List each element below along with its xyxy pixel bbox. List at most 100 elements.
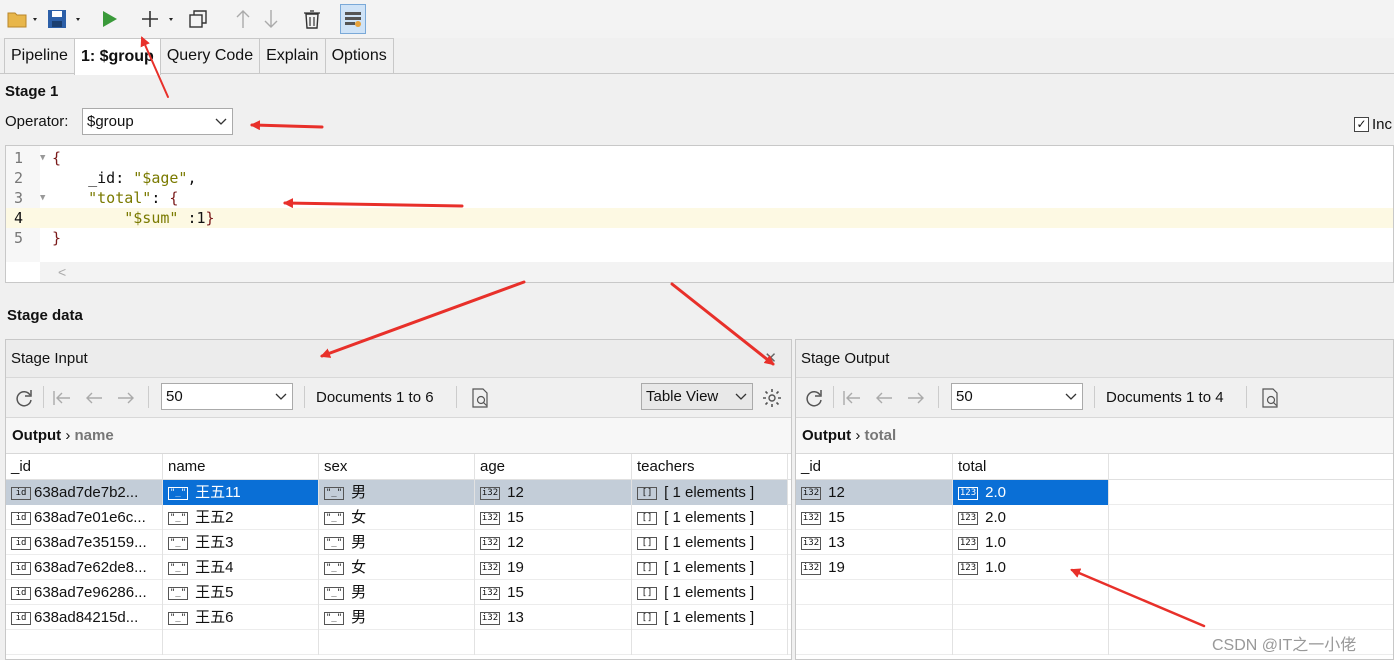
table-cell[interactable]: i32 15: [796, 505, 953, 530]
column-header-age[interactable]: age: [475, 454, 632, 480]
column-header-teachers[interactable]: teachers: [632, 454, 788, 480]
plus-icon: [142, 11, 173, 27]
cell-value: 女: [347, 559, 367, 576]
column-header-total[interactable]: total: [953, 454, 1109, 480]
column-header-sex[interactable]: sex: [319, 454, 475, 480]
page-size-select[interactable]: 50: [161, 383, 293, 410]
table-row[interactable]: id 638ad7e96286... "_" 王五5 "_" 男 i32 15[] [ …: [6, 580, 791, 605]
tab-explain[interactable]: Explain: [259, 38, 326, 73]
table-cell[interactable]: "_" 男: [319, 480, 475, 505]
table-cell[interactable]: 123 1.0: [953, 555, 1109, 580]
table-cell[interactable]: [] [ 1 elements ]: [632, 530, 788, 555]
table-cell[interactable]: [] [ 1 elements ]: [632, 605, 788, 630]
table-cell[interactable]: "_" 王五4: [163, 555, 319, 580]
table-row[interactable]: id 638ad7e01e6c... "_" 王五2 "_" 女 i32 15[] [ …: [6, 505, 791, 530]
table-cell[interactable]: "_" 女: [319, 555, 475, 580]
table-row[interactable]: i32 19 123 1.0: [796, 555, 1393, 580]
table-cell[interactable]: i32 19: [796, 555, 953, 580]
page-size-value: 50: [166, 388, 183, 405]
first-page-icon[interactable]: [841, 387, 863, 409]
move-up-button[interactable]: [232, 4, 254, 34]
table-cell[interactable]: id 638ad7e62de8...: [6, 555, 163, 580]
stage-preview-toggle-button[interactable]: [340, 4, 366, 34]
table-cell[interactable]: i32 13: [475, 605, 632, 630]
add-stage-button[interactable]: [140, 4, 180, 34]
table-cell[interactable]: id 638ad7de7b2...: [6, 480, 163, 505]
stage-code-editor[interactable]: 1 ▼ { 2 _id: "$age", 3 ▼ "total": { 4 "$…: [5, 145, 1394, 283]
table-cell[interactable]: [] [ 1 elements ]: [632, 505, 788, 530]
column-header-id[interactable]: _id: [796, 454, 953, 480]
table-cell[interactable]: "_" 王五5: [163, 580, 319, 605]
table-cell[interactable]: "_" 王五11: [163, 480, 319, 505]
table-cell[interactable]: i32 12: [796, 480, 953, 505]
query-inspect-icon[interactable]: [469, 387, 491, 409]
table-cell[interactable]: i32 12: [475, 480, 632, 505]
tab-pipeline[interactable]: Pipeline: [4, 38, 75, 73]
table-cell[interactable]: i32 15: [475, 580, 632, 605]
fold-marker-icon[interactable]: ▼: [40, 188, 45, 208]
table-cell[interactable]: "_" 王五3: [163, 530, 319, 555]
table-cell[interactable]: i32 13: [796, 530, 953, 555]
table-cell[interactable]: id 638ad7e01e6c...: [6, 505, 163, 530]
open-folder-button[interactable]: [6, 4, 40, 34]
table-cell[interactable]: i32 19: [475, 555, 632, 580]
table-cell[interactable]: id 638ad7e35159...: [6, 530, 163, 555]
save-button[interactable]: [46, 4, 86, 34]
duplicate-stage-button[interactable]: [186, 4, 214, 34]
breadcrumb-root[interactable]: Output: [802, 427, 851, 444]
table-row[interactable]: i32 13 123 1.0: [796, 530, 1393, 555]
move-down-button[interactable]: [260, 4, 282, 34]
table-cell[interactable]: 123 2.0: [953, 505, 1109, 530]
editor-horizontal-scrollbar[interactable]: <: [40, 262, 1393, 282]
first-page-icon[interactable]: [51, 387, 73, 409]
table-row[interactable]: i32 15 123 2.0: [796, 505, 1393, 530]
table-cell[interactable]: "_" 王五6: [163, 605, 319, 630]
table-row[interactable]: id 638ad7e62de8... "_" 王五4 "_" 女 i32 19[] [ …: [6, 555, 791, 580]
gear-icon[interactable]: [761, 387, 783, 409]
breadcrumb-field[interactable]: total: [865, 427, 897, 444]
tab-query-code[interactable]: Query Code: [159, 38, 261, 73]
view-mode-select[interactable]: Table View: [641, 383, 753, 410]
table-cell[interactable]: "_" 男: [319, 580, 475, 605]
table-cell[interactable]: "_" 女: [319, 505, 475, 530]
table-row[interactable]: id 638ad84215d... "_" 王五6 "_" 男 i32 13[] [ 1…: [6, 605, 791, 630]
column-header-name[interactable]: name: [163, 454, 319, 480]
table-cell[interactable]: "_" 男: [319, 605, 475, 630]
table-row[interactable]: id 638ad7de7b2... "_" 王五11 "_" 男 i32 12[] [ …: [6, 480, 791, 505]
table-cell[interactable]: 123 1.0: [953, 530, 1109, 555]
table-row[interactable]: id 638ad7e35159... "_" 王五3 "_" 男 i32 12[] [ …: [6, 530, 791, 555]
table-cell[interactable]: "_" 男: [319, 530, 475, 555]
refresh-icon[interactable]: [13, 387, 35, 409]
table-cell[interactable]: i32 15: [475, 505, 632, 530]
column-header-id[interactable]: _id: [6, 454, 163, 480]
breadcrumb-root[interactable]: Output: [12, 427, 61, 444]
tab-options[interactable]: Options: [324, 38, 394, 73]
delete-stage-button[interactable]: [300, 4, 326, 34]
include-checkbox[interactable]: ✓: [1354, 117, 1369, 132]
table-cell[interactable]: 123 2.0: [953, 480, 1109, 505]
query-inspect-icon[interactable]: [1259, 387, 1281, 409]
include-checkbox-wrap[interactable]: ✓ Inc: [1354, 116, 1392, 133]
operator-select[interactable]: $group: [82, 108, 233, 135]
table-row[interactable]: i32 12 123 2.0: [796, 480, 1393, 505]
run-button[interactable]: [98, 4, 122, 34]
scroll-left-icon[interactable]: <: [58, 264, 66, 280]
table-cell[interactable]: "_" 王五2: [163, 505, 319, 530]
table-cell[interactable]: id 638ad7e96286...: [6, 580, 163, 605]
prev-page-icon[interactable]: [83, 387, 105, 409]
table-cell[interactable]: [] [ 1 elements ]: [632, 555, 788, 580]
string-type-icon: "_": [168, 586, 188, 600]
close-icon[interactable]: ✕: [764, 340, 777, 378]
next-page-icon[interactable]: [905, 387, 927, 409]
table-cell[interactable]: i32 12: [475, 530, 632, 555]
page-size-select[interactable]: 50: [951, 383, 1083, 410]
breadcrumb-field[interactable]: name: [75, 427, 114, 444]
table-cell[interactable]: [] [ 1 elements ]: [632, 580, 788, 605]
prev-page-icon[interactable]: [873, 387, 895, 409]
table-cell[interactable]: id 638ad84215d...: [6, 605, 163, 630]
next-page-icon[interactable]: [115, 387, 137, 409]
fold-marker-icon[interactable]: ▼: [40, 148, 45, 168]
tab-stage-1[interactable]: 1: $group: [73, 38, 161, 75]
refresh-icon[interactable]: [803, 387, 825, 409]
table-cell[interactable]: [] [ 1 elements ]: [632, 480, 788, 505]
